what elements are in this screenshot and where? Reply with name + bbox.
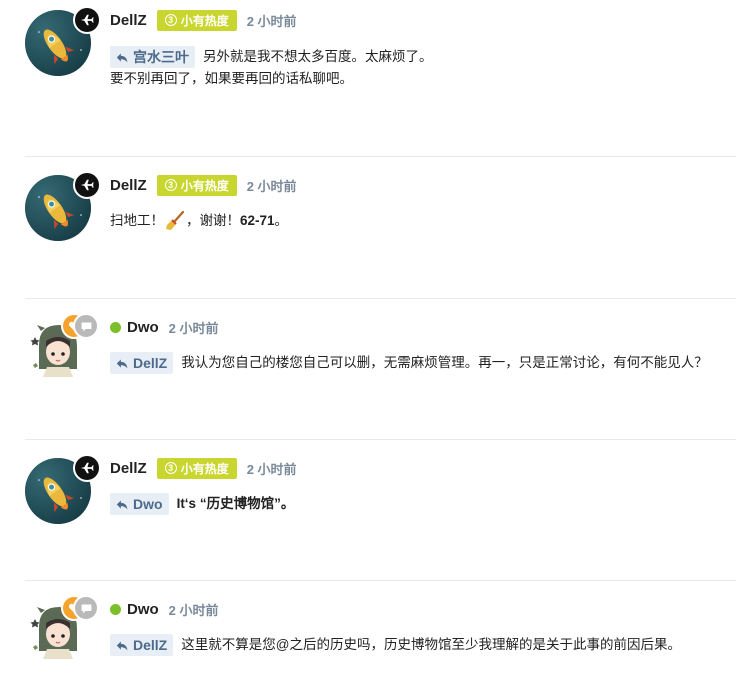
post-divider — [25, 298, 736, 299]
post-time[interactable]: 2 小时前 — [169, 318, 219, 337]
online-status-dot — [110, 321, 121, 333]
post-meta: Dwo 2 小时前 — [110, 316, 219, 338]
heat-badge: 3 小有热度 — [156, 9, 237, 31]
reply-to-chip[interactable]: Dwo — [110, 493, 169, 516]
heat-level: 3 — [164, 14, 177, 26]
heat-badge: 3 小有热度 — [156, 174, 237, 196]
heat-label: 小有热度 — [180, 178, 229, 193]
airplane-badge-icon — [73, 171, 101, 199]
heat-label: 小有热度 — [180, 13, 229, 28]
user-avatar[interactable] — [25, 171, 101, 241]
post-text: 我认为您自己的楼您自己可以删，无需麻烦管理。再一，只是正常讨论，有何不能见人？ — [181, 355, 708, 370]
post-time[interactable]: 2 小时前 — [169, 600, 219, 619]
post-body: DellZ 这里就不算是您@之后的历史吗，历史博物馆至少我理解的是关于此事的前因后… — [110, 633, 726, 657]
username[interactable]: DellZ — [110, 12, 147, 29]
post-divider — [25, 580, 736, 581]
chat-badge-icon — [73, 595, 99, 621]
airplane-badge-icon — [73, 6, 101, 34]
heat-level: 3 — [164, 179, 177, 191]
post-text-line: 要不别再回了，如果要再回的话私聊吧。 — [110, 71, 353, 86]
reply-icon — [116, 498, 129, 511]
post-body: Dwo It‘s “历史博物馆”。 — [110, 492, 726, 516]
reply-to-name: Dwo — [133, 496, 163, 513]
post-text: 这里就不算是您@之后的历史吗，历史博物馆至少我理解的是关于此事的前因后果。 — [181, 637, 681, 652]
username[interactable]: Dwo — [127, 319, 159, 336]
floor-range: 62-71 — [240, 213, 275, 228]
user-avatar[interactable] — [25, 595, 99, 663]
heat-level: 3 — [164, 462, 177, 474]
airplane-badge-icon — [73, 454, 101, 482]
user-avatar[interactable] — [25, 313, 99, 381]
post-meta: DellZ 3 小有热度 2 小时前 — [110, 457, 297, 479]
post-divider — [25, 439, 736, 440]
post-meta: Dwo 2 小时前 — [110, 598, 219, 620]
post-body: DellZ 我认为您自己的楼您自己可以删，无需麻烦管理。再一，只是正常讨论，有何不… — [110, 351, 726, 375]
heat-label: 小有热度 — [180, 461, 229, 476]
heat-badge: 3 小有热度 — [156, 457, 237, 479]
reply-to-name: DellZ — [133, 355, 168, 372]
post-body: 宫水三叶 另外就是我不想太多百度。太麻烦了。 要不别再回了，如果要再回的话私聊吧。 — [110, 45, 726, 91]
post-text: 。 — [274, 213, 289, 228]
post-time[interactable]: 2 小时前 — [247, 459, 297, 478]
reply-to-chip[interactable]: DellZ — [110, 352, 174, 375]
post-text: 扫地工！ — [110, 213, 164, 228]
reply-to-name: DellZ — [133, 637, 168, 654]
post-meta: DellZ 3 小有热度 2 小时前 — [110, 9, 297, 31]
post-time[interactable]: 2 小时前 — [247, 11, 297, 30]
post-divider — [25, 156, 736, 157]
post-text-line: 另外就是我不想太多百度。太麻烦了。 — [203, 49, 433, 64]
reply-icon — [116, 51, 129, 64]
username[interactable]: Dwo — [127, 601, 159, 618]
post-body: 扫地工！ ，谢谢！62-71。 — [110, 209, 726, 233]
broom-icon — [166, 211, 185, 231]
user-avatar[interactable] — [25, 6, 101, 76]
online-status-dot — [110, 603, 121, 615]
post-time[interactable]: 2 小时前 — [247, 176, 297, 195]
user-avatar[interactable] — [25, 454, 101, 524]
post-text: ，谢谢！ — [186, 213, 240, 228]
reply-to-chip[interactable]: 宫水三叶 — [110, 46, 195, 69]
username[interactable]: DellZ — [110, 460, 147, 477]
post-text: It‘s “历史博物馆”。 — [176, 496, 295, 511]
reply-icon — [116, 357, 129, 370]
reply-icon — [116, 639, 129, 652]
username[interactable]: DellZ — [110, 177, 147, 194]
reply-to-chip[interactable]: DellZ — [110, 634, 174, 657]
chat-badge-icon — [73, 313, 99, 339]
reply-to-name: 宫水三叶 — [133, 49, 189, 66]
post-meta: DellZ 3 小有热度 2 小时前 — [110, 174, 297, 196]
